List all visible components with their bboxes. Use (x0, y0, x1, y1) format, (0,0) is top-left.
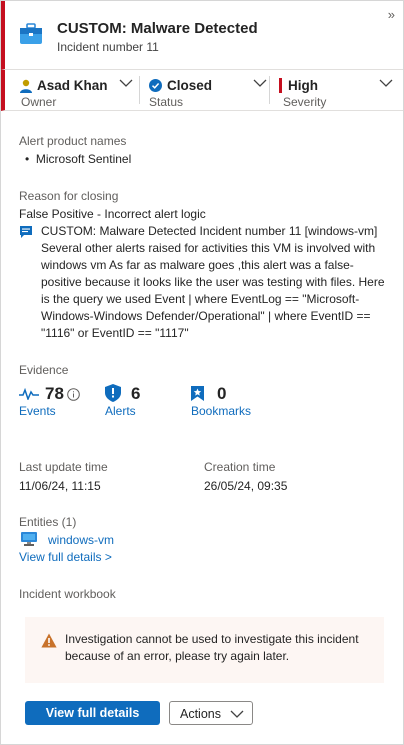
view-full-details-link[interactable]: View full details > (19, 550, 112, 564)
chevron-down-icon (230, 710, 244, 718)
incident-title: CUSTOM: Malware Detected (57, 20, 258, 37)
reason-label: Reason for closing (19, 189, 119, 203)
comment-icon (20, 226, 32, 238)
status-label: Status (149, 95, 184, 109)
actions-dropdown-button[interactable]: Actions (169, 701, 253, 725)
owner-label: Owner (21, 95, 57, 109)
severity-dropdown[interactable]: High Severity (279, 70, 397, 110)
alert-products-label: Alert product names (19, 134, 127, 148)
status-value: Closed (167, 78, 213, 93)
info-icon[interactable] (67, 388, 80, 401)
divider (139, 76, 140, 104)
severity-value: High (288, 78, 318, 93)
incident-briefcase-icon (20, 23, 42, 44)
chevron-down-icon (119, 79, 133, 87)
incident-properties-strip: Asad Khan Owner Closed Status High Sever… (1, 69, 403, 111)
status-dropdown[interactable]: Closed Status (149, 70, 269, 110)
bookmark-icon (191, 386, 204, 401)
view-full-details-button[interactable]: View full details (25, 701, 160, 725)
virtual-machine-icon (21, 532, 37, 546)
shield-alert-icon (105, 384, 121, 402)
divider (269, 76, 270, 104)
warning-icon (41, 633, 57, 648)
alert-product-item: • Microsoft Sentinel (25, 152, 132, 166)
owner-dropdown[interactable]: Asad Khan Owner (19, 70, 141, 110)
last-update-label: Last update time (19, 460, 108, 474)
reason-value: False Positive - Incorrect alert logic (19, 207, 206, 221)
incident-workbook-label: Incident workbook (19, 587, 116, 601)
chevron-down-icon (379, 79, 393, 87)
actions-label: Actions (180, 707, 221, 721)
alerts-count: 6 (131, 384, 141, 403)
entities-label: Entities (1) (19, 515, 77, 529)
evidence-label: Evidence (19, 363, 69, 377)
warning-text: Investigation cannot be used to investig… (65, 632, 359, 663)
creation-time-value: 26/05/24, 09:35 (204, 479, 288, 493)
events-count: 78 (45, 384, 64, 403)
check-circle-icon (149, 79, 162, 92)
entity-windows-vm[interactable]: windows-vm (48, 533, 114, 547)
comment-text: CUSTOM: Malware Detected Incident number… (41, 224, 385, 340)
incident-header: CUSTOM: Malware Detected Incident number… (1, 1, 403, 69)
last-update-value: 11/06/24, 11:15 (19, 479, 101, 493)
creation-time-label: Creation time (204, 460, 276, 474)
investigation-warning: Investigation cannot be used to investig… (25, 617, 384, 683)
owner-value: Asad Khan (37, 78, 108, 93)
bookmarks-count: 0 (217, 384, 227, 403)
events-link[interactable]: Events (19, 404, 56, 418)
person-icon (20, 79, 32, 93)
bookmarks-link[interactable]: Bookmarks (191, 404, 251, 418)
collapse-panel-icon[interactable]: » (388, 7, 395, 22)
incident-number: Incident number 11 (57, 40, 159, 54)
severity-label: Severity (283, 95, 327, 109)
chevron-down-icon (253, 79, 267, 87)
incident-details-panel: CUSTOM: Malware Detected Incident number… (0, 0, 404, 745)
pulse-icon (19, 388, 39, 400)
severity-bar-icon (279, 78, 282, 93)
alerts-link[interactable]: Alerts (105, 404, 136, 418)
